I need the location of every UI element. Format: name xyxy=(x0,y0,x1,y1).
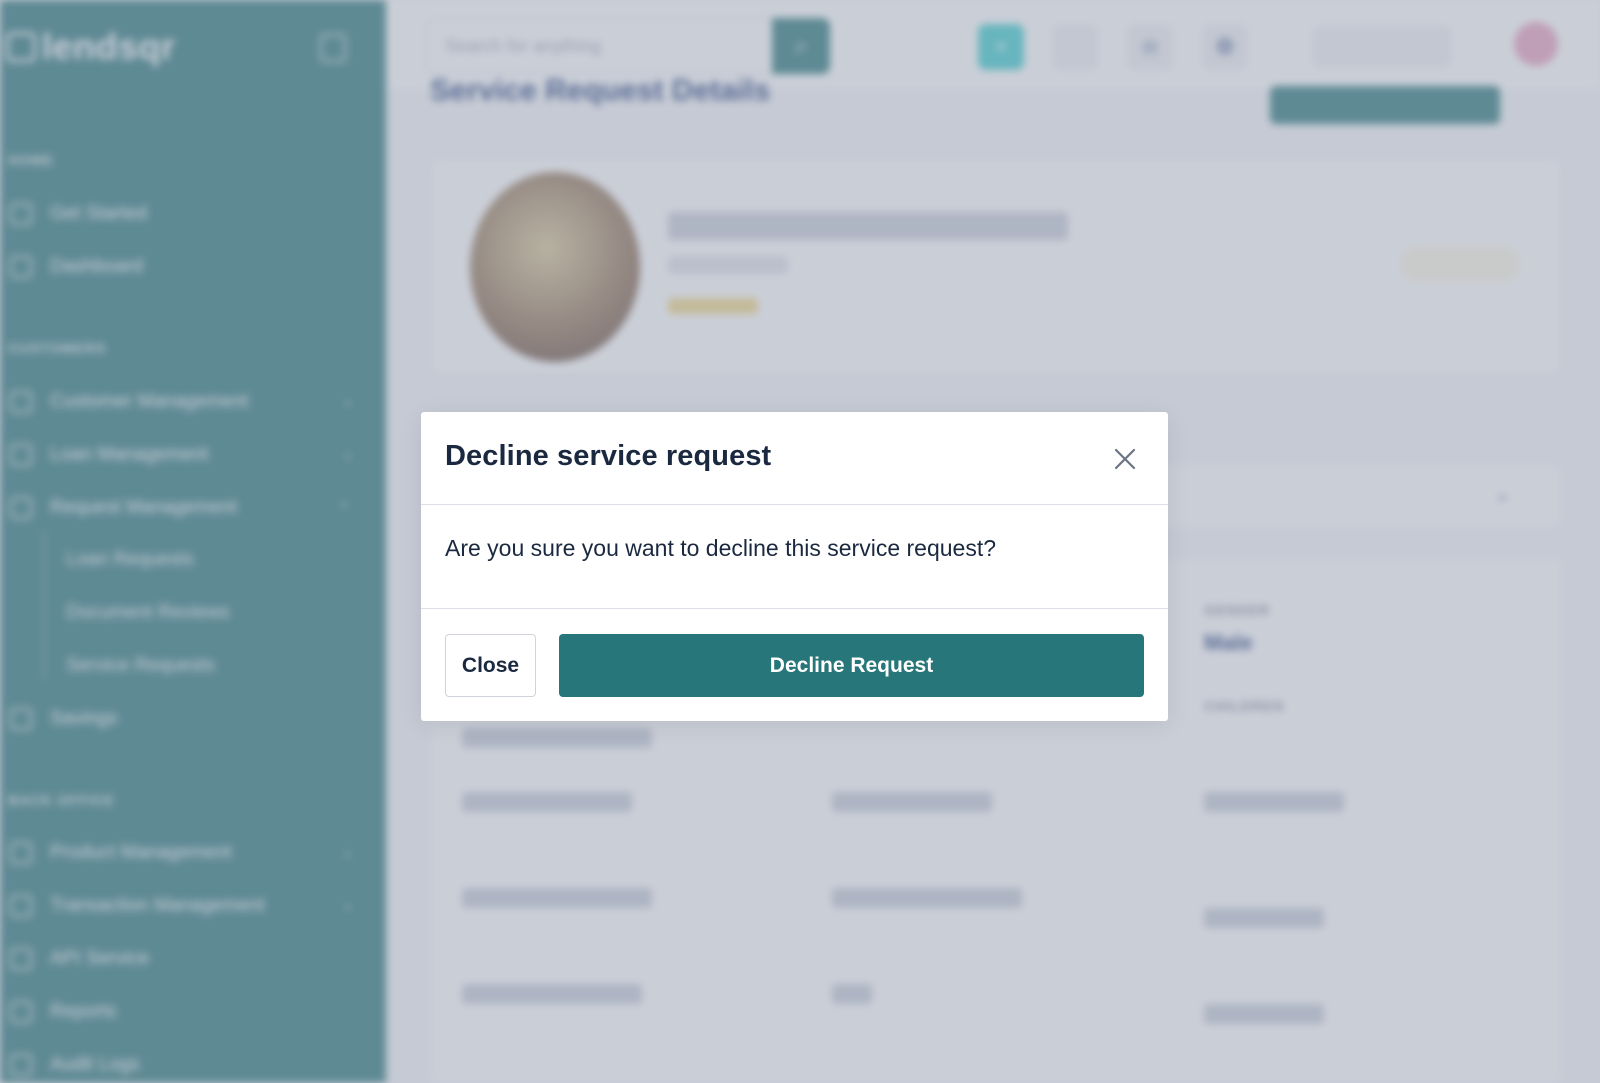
close-icon[interactable] xyxy=(1112,446,1138,472)
modal-title: Decline service request xyxy=(445,440,772,472)
close-button[interactable]: Close xyxy=(445,634,536,697)
modal-message: Are you sure you want to decline this se… xyxy=(445,535,997,561)
modal-body: Are you sure you want to decline this se… xyxy=(421,505,1168,609)
decline-request-button[interactable]: Decline Request xyxy=(559,634,1144,697)
decline-request-modal: Decline service request Are you sure you… xyxy=(421,412,1168,721)
close-icon-graphic xyxy=(1114,448,1136,470)
modal-header: Decline service request xyxy=(421,412,1168,505)
